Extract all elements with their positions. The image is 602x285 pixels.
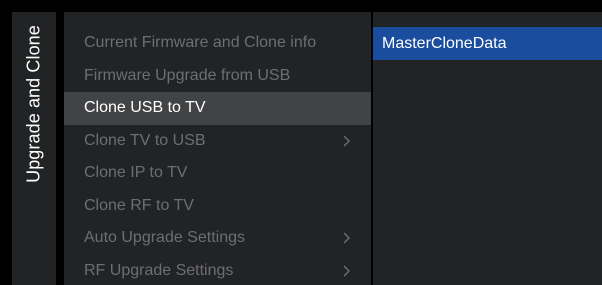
menu-item-firmware-upgrade-usb[interactable]: Firmware Upgrade from USB	[64, 60, 371, 93]
submenu-panel: MasterCloneData	[373, 12, 602, 285]
menu-item-clone-usb-to-tv[interactable]: Clone USB to TV	[64, 92, 371, 125]
tv-settings-screen: Upgrade and Clone Current Firmware and C…	[0, 0, 602, 285]
menu-item-label: Clone TV to USB	[84, 131, 206, 149]
menu-item-rf-upgrade-settings[interactable]: RF Upgrade Settings	[64, 255, 371, 285]
section-title: Upgrade and Clone	[23, 25, 44, 183]
menu-item-label: Clone RF to TV	[84, 196, 194, 214]
submenu-item-mastercloneddata[interactable]: MasterCloneData	[373, 27, 602, 60]
menu-item-label: Clone IP to TV	[84, 164, 188, 181]
menu-item-current-firmware[interactable]: Current Firmware and Clone info	[64, 27, 371, 60]
menu-item-clone-ip-to-tv[interactable]: Clone IP to TV	[64, 157, 371, 190]
menu-panel: Current Firmware and Clone info Firmware…	[64, 12, 371, 285]
chevron-right-icon	[343, 222, 353, 255]
menu-item-label: Clone USB to TV	[84, 99, 206, 116]
menu-item-label: RF Upgrade Settings	[84, 261, 234, 279]
menu-item-label: Auto Upgrade Settings	[84, 229, 245, 246]
submenu-item-label: MasterCloneData	[382, 35, 507, 52]
menu-item-label: Current Firmware and Clone info	[84, 34, 317, 51]
chevron-right-icon	[343, 125, 353, 158]
menu-item-clone-tv-to-usb[interactable]: Clone TV to USB	[64, 125, 371, 158]
menu-list: Current Firmware and Clone info Firmware…	[64, 27, 371, 285]
section-title-panel: Upgrade and Clone	[12, 12, 56, 285]
menu-item-clone-rf-to-tv[interactable]: Clone RF to TV	[64, 190, 371, 223]
chevron-right-icon	[343, 255, 353, 285]
menu-item-label: Firmware Upgrade from USB	[84, 66, 291, 84]
menu-item-auto-upgrade-settings[interactable]: Auto Upgrade Settings	[64, 222, 371, 255]
